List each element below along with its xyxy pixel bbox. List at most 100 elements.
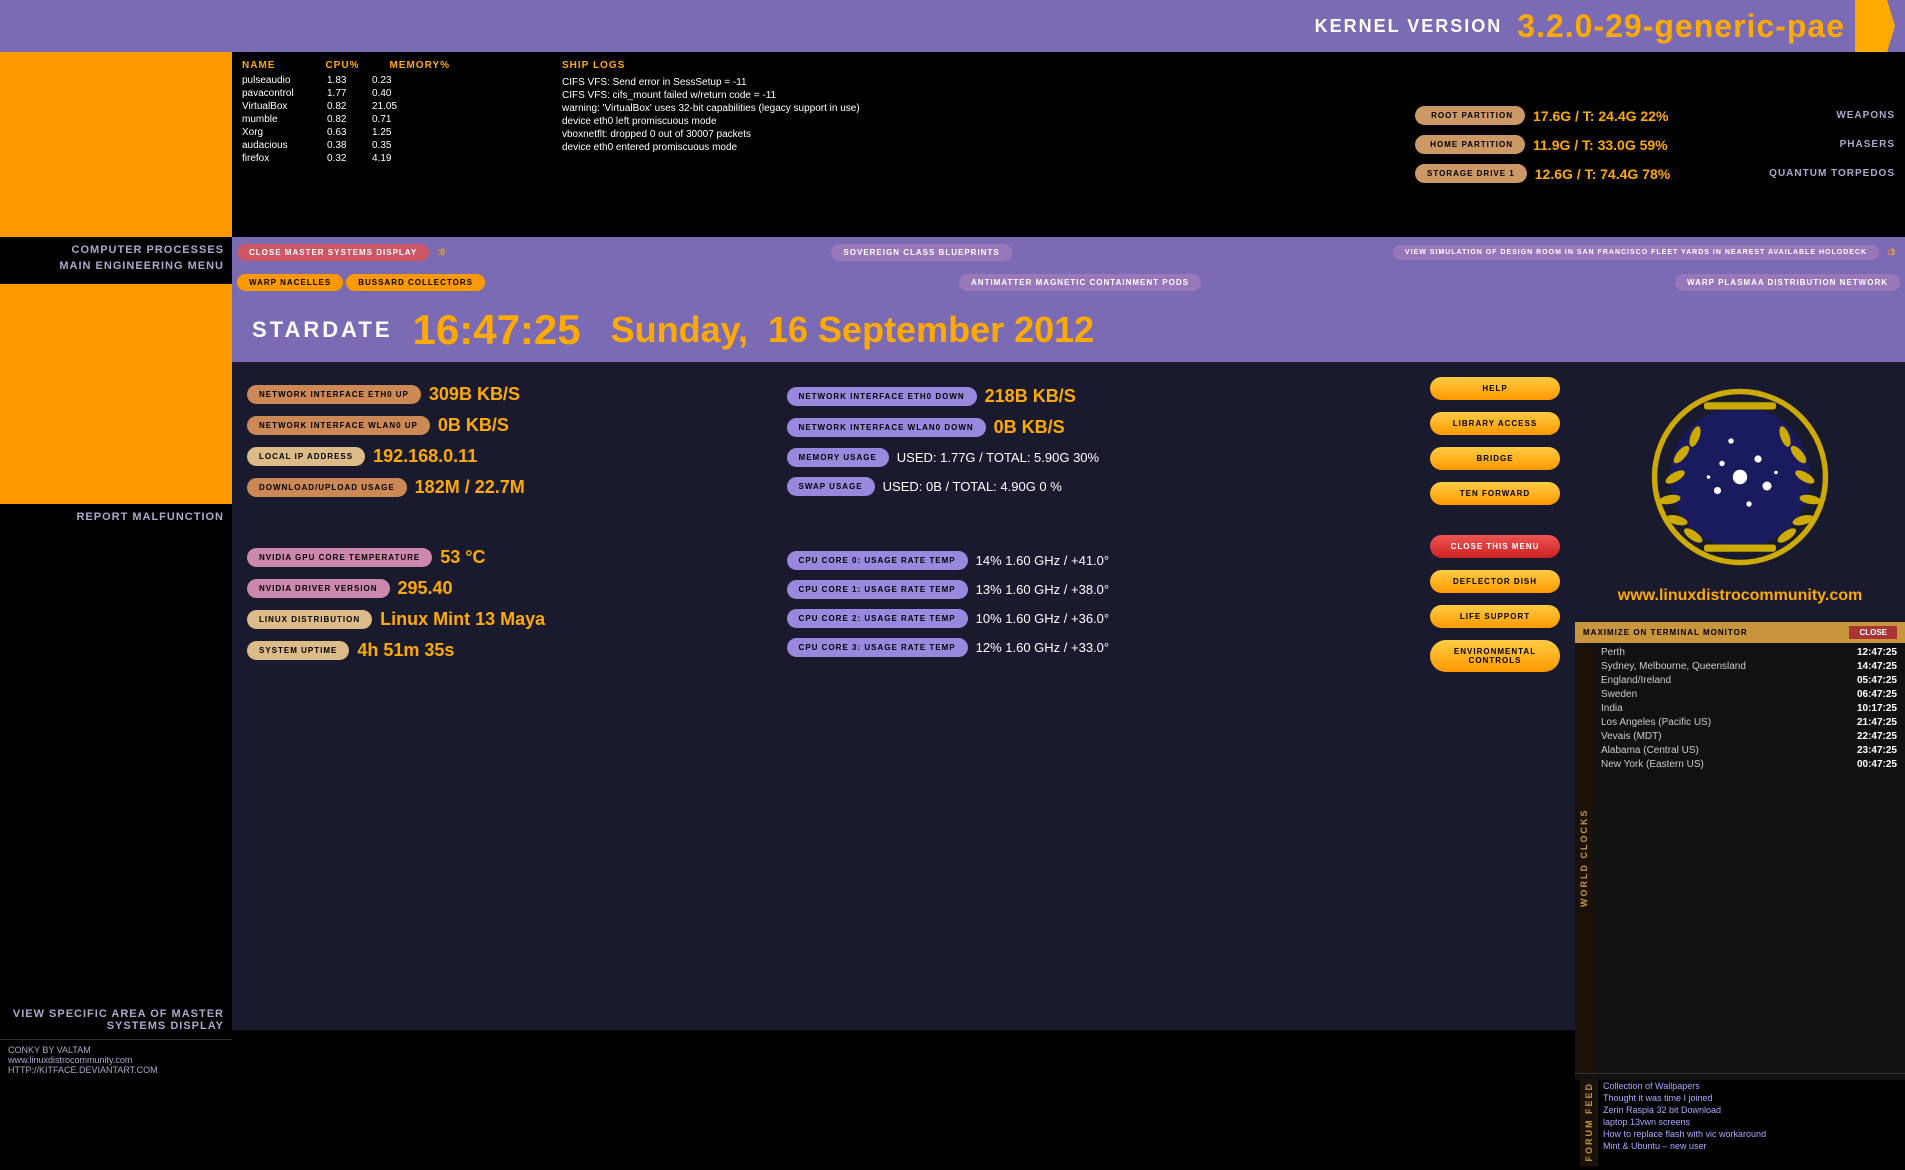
kernel-version: 3.2.0-29-generic-pae [1517,8,1845,45]
cpu2-row: CPU CORE 2: USAGE RATE TEMP 10% 1.60 GHz… [787,609,1410,628]
driver-ver-row: NVIDIA DRIVER VERSION 295.40 [247,578,767,599]
main-metrics: NETWORK INTERFACE ETH0 UP 309B KB/S NETW… [232,362,1575,1030]
report-malfunction-label[interactable]: REPORT MALFUNCTION [8,509,224,525]
top-bar-arrow [1855,0,1895,52]
clock-la: Los Angeles (Pacific US) 21:47:25 [1601,716,1897,729]
metrics-lower: NVIDIA GPU CORE TEMPERATURE 53 °C NVIDIA… [247,535,1560,672]
cpu0-label: CPU CORE 0: USAGE RATE TEMP [787,551,968,570]
local-ip-value: 192.168.0.11 [373,446,477,467]
log-row: CIFS VFS: cifs_mount failed w/return cod… [562,89,1395,102]
ff-item[interactable]: How to replace flash with vic workaround [1603,1128,1895,1140]
help-btn[interactable]: HELP [1430,377,1560,400]
uptime-value: 4h 51m 35s [357,640,454,661]
right-logo-area: www.linuxdistrocommunity.com [1575,362,1905,622]
dl-ul-value: 182M / 22.7M [415,477,525,498]
proc-row: VirtualBox0.8221.05 [242,100,542,113]
maximize-btn[interactable]: MAXIMIZE ON TERMINAL MONITOR [1583,628,1748,637]
proc-row: Xorg0.631.25 [242,126,542,139]
deflector-dish-btn[interactable]: DEFLECTOR DISH [1430,570,1560,593]
swap-row: SWAP USAGE USED: 0B / TOTAL: 4.90G 0 % [787,477,1410,496]
left-bottom-info: CONKY BY VALTAM www.linuxdistrocommunity… [0,1039,232,1080]
life-support-btn[interactable]: LIFE SUPPORT [1430,605,1560,628]
proc-col-name: NAME [242,60,275,71]
dl-ul-row: DOWNLOAD/UPLOAD USAGE 182M / 22.7M [247,477,767,498]
gpu-temp-row: NVIDIA GPU CORE TEMPERATURE 53 °C [247,547,767,568]
world-clocks-panel: MAXIMIZE ON TERMINAL MONITOR CLOSE WORLD… [1575,622,1905,1080]
warp-nacelles-btn[interactable]: WARP NACELLES [237,274,343,291]
main-menu-label[interactable]: MAIN ENGINEERING MENU [8,258,224,274]
proc-row: mumble0.820.71 [242,113,542,126]
warp-plasma-btn[interactable]: WARP PLASMAA DISTRIBUTION NETWORK [1675,274,1900,291]
metrics-spacer [247,515,1560,525]
starfleet-logo [1650,387,1830,567]
clock-perth: Perth 12:47:25 [1601,646,1897,659]
net-eth0-down-value: 218B KB/S [985,386,1076,407]
metrics-upper: NETWORK INTERFACE ETH0 UP 309B KB/S NETW… [247,377,1560,505]
net-wlan0-down-label: NETWORK INTERFACE WLAN0 DOWN [787,418,986,437]
root-partition-row: ROOT PARTITION 17.6G / T: 24.4G 22% WEAP… [1415,106,1895,125]
forum-feed-label: FORUM FEED [1580,1077,1598,1167]
holodeck-btn[interactable]: VIEW SIMULATION OF DESIGN ROOM IN SAN FR… [1393,245,1879,260]
logs-section: SHIP LOGS CIFS VFS: Send error in SessSe… [562,60,1395,229]
driver-ver-label: NVIDIA DRIVER VERSION [247,579,390,598]
left-orange-mid [0,284,232,504]
stardate-time: 16:47:25 [413,306,581,354]
view-label: VIEW SPECIFIC AREA OF MASTER SYSTEMS DIS… [0,1001,232,1039]
cpu3-row: CPU CORE 3: USAGE RATE TEMP 12% 1.60 GHz… [787,638,1410,657]
log-row: device eth0 entered promiscuous mode [562,141,1395,154]
website-1[interactable]: www.linuxdistrocommunity.com [8,1055,224,1065]
clock-india: India 10:17:25 [1601,702,1897,715]
ff-item[interactable]: Collection of Wallpapers [1603,1080,1895,1092]
home-partition-label: HOME PARTITION [1415,135,1525,154]
proc-col-cpu: CPU% [325,60,359,71]
antimatter-btn[interactable]: ANTIMATTER MAGNETIC CONTAINMENT PODS [959,274,1201,291]
wc-close-btn[interactable]: CLOSE [1849,626,1897,639]
ff-item[interactable]: Thought it was time I joined [1603,1092,1895,1104]
dl-ul-label: DOWNLOAD/UPLOAD USAGE [247,478,407,497]
home-partition-row: HOME PARTITION 11.9G / T: 33.0G 59% PHAS… [1415,135,1895,154]
ship-logs-title: SHIP LOGS [562,60,1395,71]
stardate-day: Sunday, [611,309,748,351]
ff-item[interactable]: Mint & Ubuntu – new user [1603,1140,1895,1152]
bussard-btn[interactable]: BUSSARD COLLECTORS [346,274,485,291]
linux-dist-row: LINUX DISTRIBUTION Linux Mint 13 Maya [247,609,767,630]
uptime-label: SYSTEM UPTIME [247,641,349,660]
ff-item[interactable]: Zerin Raspia 32 bit Download [1603,1104,1895,1116]
ten-forward-btn[interactable]: TEN FORWARD [1430,482,1560,505]
close-this-menu-btn[interactable]: CLOSE THIS MENU [1430,535,1560,558]
bridge-btn[interactable]: BRIDGE [1430,447,1560,470]
log-row: warning: 'VirtualBox' uses 32-bit capabi… [562,102,1395,115]
net-wlan0-down-value: 0B KB/S [994,417,1065,438]
linux-dist-label: LINUX DISTRIBUTION [247,610,372,629]
ff-item[interactable]: laptop 13vwn screens [1603,1116,1895,1128]
forum-feed-section: FORUM FEED Collection of Wallpapers Thou… [1575,1073,1905,1170]
net-wlan0-up-label: NETWORK INTERFACE WLAN0 UP [247,416,430,435]
storage-partition-name: QUANTUM TORPEDOS [1769,168,1895,179]
clock-newyork: New York (Eastern US) 00:47:25 [1601,758,1897,771]
cpu1-label: CPU CORE 1: USAGE RATE TEMP [787,580,968,599]
library-access-btn[interactable]: LIBRARY ACCESS [1430,412,1560,435]
left-orange-top [0,52,232,237]
root-partition-name: WEAPONS [1836,110,1895,121]
cpu3-label: CPU CORE 3: USAGE RATE TEMP [787,638,968,657]
website-2[interactable]: HTTP://KITFACE.DEVIANTART.COM [8,1065,224,1075]
memory-row: MEMORY USAGE USED: 1.77G / TOTAL: 5.90G … [787,448,1410,467]
nav1-num1: :0 [432,247,450,257]
root-partition-label: ROOT PARTITION [1415,106,1525,125]
proc-row: audacious0.380.35 [242,139,542,152]
cpu1-value: 13% 1.60 GHz / +38.0° [976,582,1109,597]
close-master-btn[interactable]: CLOSE MASTER SYSTEMS DISPLAY [237,244,429,261]
view-specific-label[interactable]: VIEW SPECIFIC AREA OF MASTER SYSTEMS DIS… [8,1006,224,1034]
forum-feed-items: Collection of Wallpapers Thought it was … [1598,1077,1900,1167]
blueprints-btn[interactable]: SOVEREIGN CLASS BLUEPRINTS [831,244,1011,261]
storage-partition-label: STORAGE DRIVE 1 [1415,164,1527,183]
world-clocks-rows: Perth 12:47:25 Sydney, Melbourne, Queens… [1593,643,1905,1073]
environmental-controls-btn[interactable]: ENVIRONMENTAL CONTROLS [1430,640,1560,672]
logo-website[interactable]: www.linuxdistrocommunity.com [1618,587,1862,605]
clock-vevais: Vevais (MDT) 22:47:25 [1601,730,1897,743]
clock-england: England/Ireland 05:47:25 [1601,674,1897,687]
proc-row: firefox0.324.19 [242,152,542,165]
storage-partition-row: STORAGE DRIVE 1 12.6G / T: 74.4G 78% QUA… [1415,164,1895,183]
top-bar: KERNEL VERSION 3.2.0-29-generic-pae [0,0,1905,52]
right-btns-lower: CLOSE THIS MENU DEFLECTOR DISH LIFE SUPP… [1430,535,1560,672]
